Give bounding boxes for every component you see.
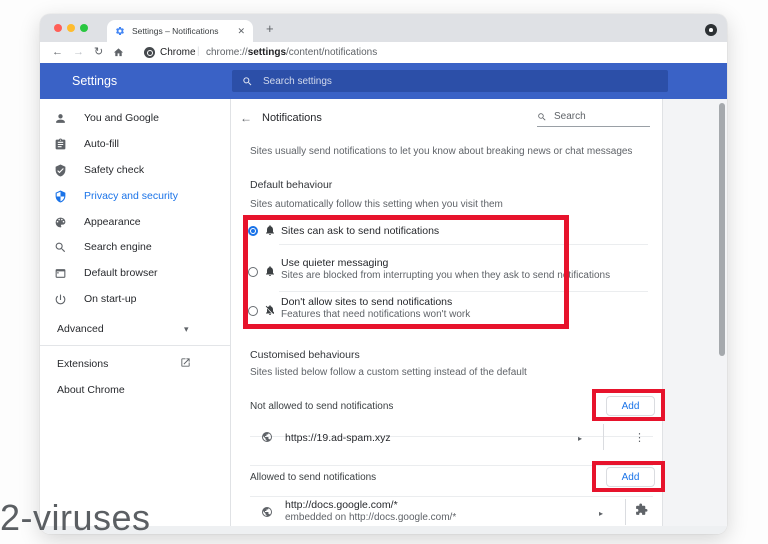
chevron-down-icon[interactable]: ▾ xyxy=(184,324,189,335)
browser-window: Settings – Notifications ✕ + ← → ↻ ☆ ⋮ C… xyxy=(40,14,727,534)
intro-text: Sites usually send notifications to let … xyxy=(250,146,633,157)
inpage-search-box[interactable] xyxy=(537,110,650,127)
allowed-site-embedded: embedded on http://docs.google.com/* xyxy=(285,512,457,523)
url-prefix: chrome:// xyxy=(206,47,248,58)
power-icon xyxy=(55,294,66,304)
settings-body: You and Google Auto-fill Safety check Pr… xyxy=(40,99,727,534)
shield-half-icon xyxy=(55,190,66,202)
settings-search-input[interactable] xyxy=(261,74,658,88)
not-allowed-label: Not allowed to send notifications xyxy=(250,401,394,412)
sidebar-item-label: Default browser xyxy=(84,267,158,279)
new-tab-button[interactable]: + xyxy=(266,22,274,35)
sidebar-item-label: Appearance xyxy=(84,216,141,228)
allowed-label: Allowed to send notifications xyxy=(250,472,377,483)
tab-close-icon[interactable]: ✕ xyxy=(237,26,245,37)
highlight-box-add-blocked xyxy=(592,389,665,421)
forward-icon: → xyxy=(73,46,84,58)
blocked-site-url[interactable]: https://19.ad-spam.xyz xyxy=(285,432,391,444)
section-subheading: Sites automatically follow this setting … xyxy=(250,199,503,210)
url-bold-part: settings xyxy=(247,47,287,58)
url-divider: | xyxy=(197,46,200,57)
search-icon xyxy=(538,112,546,121)
sidebar-item-label: On start-up xyxy=(84,293,137,305)
home-icon[interactable] xyxy=(113,47,124,58)
screenshot-page: 2-viruses Settings – Notifications ✕ + ←… xyxy=(0,0,768,544)
scrollbar-thumb[interactable] xyxy=(719,103,725,356)
minimize-window-button[interactable] xyxy=(67,24,75,32)
globe-icon xyxy=(261,431,273,443)
site-menu-icon[interactable]: ⋮ xyxy=(634,431,645,444)
tab-settings-notifications[interactable]: Settings – Notifications ✕ xyxy=(107,20,253,42)
row-separator xyxy=(625,499,626,525)
open-in-new-icon[interactable] xyxy=(180,357,191,368)
page-title: Notifications xyxy=(262,112,322,124)
row-divider xyxy=(250,496,653,497)
sidebar-item-safety-check[interactable]: Safety check xyxy=(54,161,144,179)
inpage-search-input[interactable] xyxy=(552,110,646,123)
sidebar-item-appearance[interactable]: Appearance xyxy=(54,213,141,231)
clipboard-icon xyxy=(55,138,66,149)
close-window-button[interactable] xyxy=(54,24,62,32)
sidebar-item-label: Privacy and security xyxy=(84,190,178,202)
sidebar-item-about-chrome[interactable]: About Chrome xyxy=(57,384,125,396)
sidebar-item-label: You and Google xyxy=(84,112,159,124)
sidebar-item-label: Safety check xyxy=(84,164,145,176)
url-origin-label: Chrome xyxy=(160,47,196,58)
recording-indicator-icon xyxy=(705,24,717,36)
settings-search-box[interactable] xyxy=(232,70,668,92)
highlight-box-add-allowed xyxy=(592,461,665,492)
extension-site-puzzle-icon[interactable] xyxy=(635,503,648,516)
reload-icon[interactable]: ↻ xyxy=(94,46,103,59)
sidebar-item-search-engine[interactable]: Search engine xyxy=(54,238,152,256)
chrome-page-badge-icon[interactable] xyxy=(144,47,155,58)
section-heading-default-behaviour: Default behaviour xyxy=(250,179,333,191)
browser-window-icon xyxy=(55,268,66,278)
settings-title: Settings xyxy=(72,74,118,88)
sidebar-item-label: Auto-fill xyxy=(84,138,120,150)
sidebar-item-autofill[interactable]: Auto-fill xyxy=(54,135,119,153)
magnifier-icon xyxy=(55,242,66,252)
watermark: 2-viruses xyxy=(0,497,151,538)
tab-strip: Settings – Notifications ✕ + xyxy=(40,14,727,42)
chevron-right-icon[interactable]: ▸ xyxy=(578,434,582,443)
person-icon xyxy=(56,113,65,123)
settings-gear-favicon-icon xyxy=(115,26,125,36)
sidebar-item-default-browser[interactable]: Default browser xyxy=(54,264,158,282)
search-icon xyxy=(242,76,253,87)
sidebar-item-on-startup[interactable]: On start-up xyxy=(54,290,137,308)
sidebar-item-label: Search engine xyxy=(84,241,152,253)
globe-icon xyxy=(261,506,273,518)
sidebar-item-advanced[interactable]: Advanced xyxy=(57,323,104,335)
sidebar-item-extensions[interactable]: Extensions xyxy=(57,358,108,370)
row-separator xyxy=(603,424,604,450)
settings-header: Settings xyxy=(40,63,727,99)
content-right-margin xyxy=(663,99,727,526)
section-subheading-customised: Sites listed below follow a custom setti… xyxy=(250,367,527,378)
chevron-right-icon[interactable]: ▸ xyxy=(599,509,603,518)
sidebar-divider xyxy=(40,345,230,346)
content-back-icon[interactable]: ← xyxy=(240,111,252,125)
url-suffix: /content/notifications xyxy=(286,47,378,58)
back-icon[interactable]: ← xyxy=(52,46,63,59)
maximize-window-button[interactable] xyxy=(80,24,88,32)
address-url[interactable]: chrome://settings/content/notifications xyxy=(206,47,377,58)
sidebar-item-you-and-google[interactable]: You and Google xyxy=(54,109,159,127)
shield-check-icon xyxy=(55,164,66,176)
tab-title: Settings – Notifications xyxy=(132,26,219,36)
allowed-site-url[interactable]: http://docs.google.com/* xyxy=(285,499,398,511)
section-heading-customised: Customised behaviours xyxy=(250,349,360,361)
palette-icon xyxy=(55,217,66,227)
sidebar-item-privacy-and-security[interactable]: Privacy and security xyxy=(54,187,178,205)
highlight-box-default-behaviour xyxy=(243,215,569,329)
